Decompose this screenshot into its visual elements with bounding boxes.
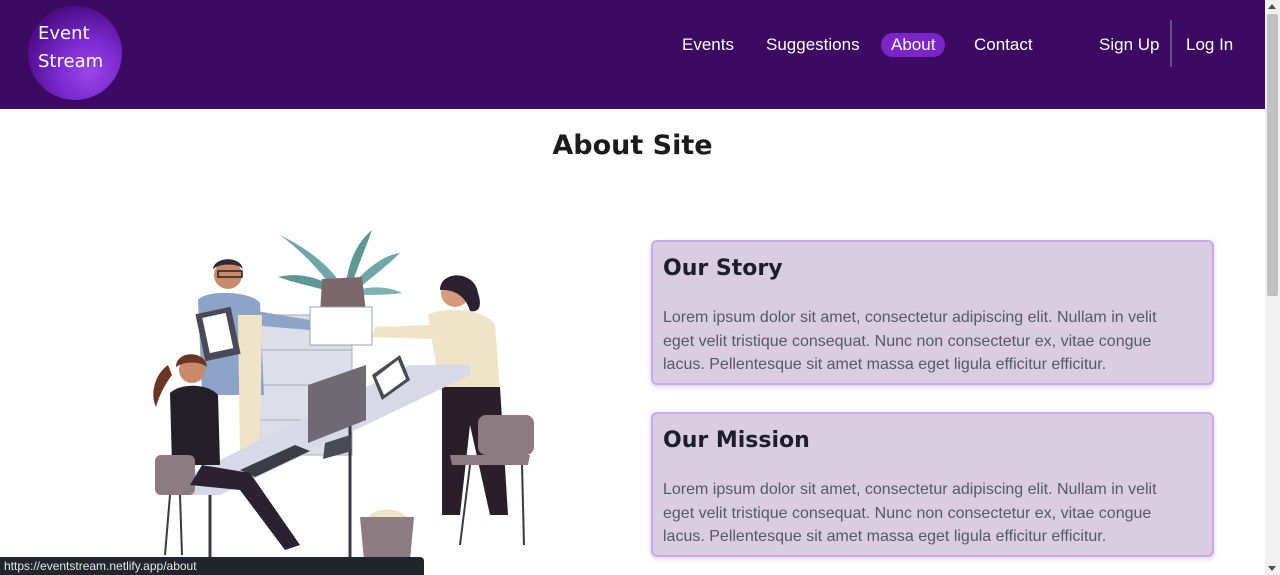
link-status-bar: https://eventstream.netlify.app/about [0,557,424,575]
nav-divider [1170,20,1172,67]
scroll-thumb[interactable] [1267,14,1278,296]
our-mission-text: Lorem ipsum dolor sit amet, consectetur … [663,481,1157,545]
nav-log-in[interactable]: Log In [1186,33,1233,57]
page-scrollbar[interactable] [1265,0,1280,575]
nav-about[interactable]: About [881,33,946,57]
our-story-card: Our Story Lorem ipsum dolor sit amet, co… [651,240,1214,385]
nav-contact[interactable]: Contact [974,33,1033,57]
our-mission-card: Our Mission Lorem ipsum dolor sit amet, … [651,412,1214,557]
office-team-illustration [110,215,550,560]
brand-line-2: Stream [38,51,104,72]
brand-line-1: Event [38,23,90,44]
page-title: About Site [552,130,713,161]
nav-suggestions[interactable]: Suggestions [766,33,860,57]
nav-sign-up[interactable]: Sign Up [1099,33,1159,57]
navbar: Event Stream Events Suggestions About Co… [0,0,1265,109]
plant-icon [278,230,402,315]
our-mission-title: Our Mission [663,428,810,453]
brand-logo[interactable]: Event Stream [28,6,122,100]
brand-name: Event Stream [38,20,122,76]
scroll-down-arrow-icon[interactable] [1268,566,1276,571]
scroll-up-arrow-icon[interactable] [1268,4,1276,9]
nav-events[interactable]: Events [682,33,734,57]
our-story-title: Our Story [663,256,783,281]
our-story-text: Lorem ipsum dolor sit amet, consectetur … [663,309,1157,373]
